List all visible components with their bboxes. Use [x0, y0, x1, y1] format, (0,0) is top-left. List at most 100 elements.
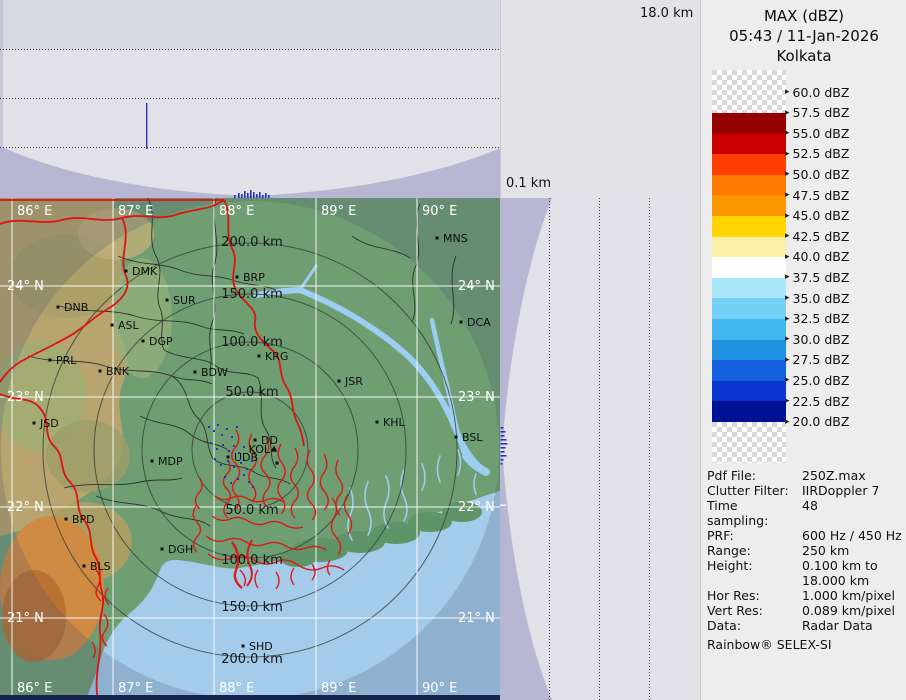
- radar-echo-dot: [230, 482, 232, 484]
- metadata-label: PRF:: [707, 528, 802, 543]
- scale-tick-arrow-icon: ▸: [785, 396, 790, 406]
- metadata-value: Radar Data: [802, 618, 873, 633]
- scale-below-min-checker: [712, 422, 786, 463]
- scale-label-text: 25.0 dBZ: [793, 373, 850, 388]
- city-label-DCA: DCA: [467, 316, 491, 329]
- lon-label-bottom: 89° E: [321, 681, 356, 696]
- lon-label-bottom: 88° E: [219, 681, 254, 696]
- metadata-value: 48: [802, 498, 818, 528]
- radar-map-view[interactable]: 86° E86° E87° E87° E88° E88° E89° E89° E…: [0, 198, 500, 700]
- metadata-value: 1.000 km/pixel: [802, 588, 895, 603]
- lon-label-top: 89° E: [321, 204, 356, 219]
- city-label-BDW: BDW: [201, 366, 228, 379]
- metadata-label: Pdf File:: [707, 468, 802, 483]
- city-marker-MDP: [151, 460, 154, 463]
- profile-top-tint: [0, 0, 500, 50]
- city-label-BNK: BNK: [106, 365, 130, 378]
- right-height-profile-panel: [500, 198, 700, 700]
- scale-label-text: 45.0 dBZ: [793, 208, 850, 223]
- metadata-label: Clutter Filter:: [707, 483, 802, 498]
- radar-site-name: Kolkata: [701, 46, 906, 66]
- city-label-MDP: MDP: [158, 455, 183, 468]
- top-profile-graphic: [0, 0, 500, 198]
- city-label-BPD: BPD: [72, 513, 95, 526]
- metadata-label: Vert Res:: [707, 603, 802, 618]
- city-label-MNS: MNS: [443, 232, 468, 245]
- profile-echo-dash: [501, 435, 505, 437]
- radar-echo-dot: [233, 445, 235, 447]
- scale-tick-arrow-icon: ▸: [785, 149, 790, 159]
- scale-tick-arrow-icon: ▸: [785, 108, 790, 118]
- profile-axis-corner: 18.0 km 0.1 km: [500, 0, 700, 198]
- lon-label-top: 90° E: [422, 204, 457, 219]
- lon-label-top: 86° E: [17, 204, 52, 219]
- scale-tick-arrow-icon: ▸: [785, 417, 790, 427]
- scale-tick-arrow-icon: ▸: [785, 293, 790, 303]
- lat-label-left: 23° N: [7, 390, 44, 405]
- product-datetime: 05:43 / 11-Jan-2026: [701, 26, 906, 46]
- scale-tick-arrow-icon: ▸: [785, 334, 790, 344]
- metadata-row: Height:0.100 km to 18.000 km: [707, 558, 905, 588]
- city-marker-UDB: [227, 456, 230, 459]
- city-label-ASL: ASL: [118, 319, 140, 332]
- city-marker-MNS: [436, 237, 439, 240]
- scale-tick-arrow-icon: ▸: [785, 375, 790, 385]
- radar-echo-dot: [236, 426, 238, 428]
- profile-gridlines: [0, 50, 500, 148]
- city-marker-BNK: [99, 370, 102, 373]
- city-label-SHD: SHD: [249, 640, 273, 653]
- beam-blind-zone-wedge-south: [500, 450, 552, 700]
- range-ring-label: 100.0 km: [221, 335, 283, 350]
- metadata-label: Time sampling:: [707, 498, 802, 528]
- radar-echo-dot: [248, 481, 250, 483]
- product-metadata: Pdf File:250Z.maxClutter Filter:IIRDoppl…: [707, 468, 905, 652]
- scale-label-text: 50.0 dBZ: [793, 167, 850, 182]
- scale-band-8: [712, 278, 786, 299]
- scale-label-text: 55.0 dBZ: [793, 126, 850, 141]
- range-ring-label: 200.0 km: [221, 652, 283, 667]
- radar-echo-dot: [226, 428, 228, 430]
- scale-tick-arrow-icon: ▸: [785, 272, 790, 282]
- profile-echo-bar: [244, 191, 246, 198]
- scale-label-text: 42.5 dBZ: [793, 229, 850, 244]
- radar-echo-dot: [240, 462, 242, 464]
- metadata-value: IIRDoppler 7: [802, 483, 879, 498]
- metadata-value: 600 Hz / 450 Hz: [802, 528, 902, 543]
- metadata-value: 0.089 km/pixel: [802, 603, 895, 618]
- profile-echo-spike: [146, 103, 147, 149]
- city-label-SUR: SUR: [173, 294, 196, 307]
- scale-label-text: 32.5 dBZ: [793, 311, 850, 326]
- scale-band-5: [712, 216, 786, 237]
- scale-label-40.0: ▸40.0 dBZ: [785, 249, 849, 265]
- scale-band-14: [712, 401, 786, 422]
- beam-blind-zone-wedge-north: [500, 198, 552, 450]
- city-label-BLS: BLS: [90, 560, 111, 573]
- city-marker-DGP: [142, 340, 145, 343]
- metadata-row: Clutter Filter:IIRDoppler 7: [707, 483, 905, 498]
- radar-echo-dot: [221, 434, 223, 436]
- metadata-label: Range:: [707, 543, 802, 558]
- scale-tick-arrow-icon: ▸: [785, 314, 790, 324]
- radar-echo-dot: [214, 458, 216, 460]
- lat-label-left: 22° N: [7, 500, 44, 515]
- profile-gridlines: [550, 198, 650, 700]
- scale-label-25.0: ▸25.0 dBZ: [785, 372, 849, 388]
- city-label-JSR: JSR: [344, 375, 363, 388]
- scale-label-45.0: ▸45.0 dBZ: [785, 208, 849, 224]
- scale-band-1: [712, 134, 786, 155]
- city-marker-JSD: [33, 422, 36, 425]
- profile-echo-dash: [501, 451, 505, 453]
- radar-echo-dot: [233, 466, 235, 468]
- lat-label-right: 24° N: [458, 279, 495, 294]
- software-branding: Rainbow® SELEX-SI: [707, 637, 905, 652]
- scale-tick-arrow-icon: ▸: [785, 252, 790, 262]
- radar-echo-dot: [243, 446, 245, 448]
- city-marker-KRG: [258, 355, 261, 358]
- radar-echo-dot: [251, 460, 253, 462]
- city-label-DGH: DGH: [168, 543, 193, 556]
- city-marker: [276, 462, 279, 465]
- range-ring-label: 50.0 km: [225, 385, 278, 400]
- city-marker-SUR: [166, 299, 169, 302]
- scale-label-27.5: ▸27.5 dBZ: [785, 352, 849, 368]
- height-axis-max-label: 18.0 km: [640, 6, 693, 21]
